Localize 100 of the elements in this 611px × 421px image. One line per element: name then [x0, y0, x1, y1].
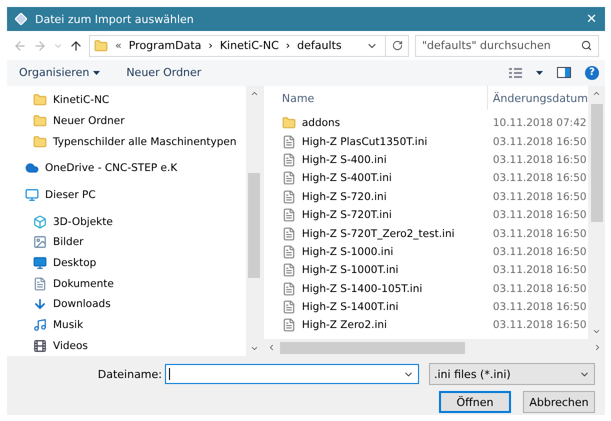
scroll-up-icon: [592, 89, 601, 98]
modified-date: 03.11.2018 16:50: [492, 246, 587, 258]
scrollbar[interactable]: [588, 86, 605, 339]
organize-menu[interactable]: Organisieren: [13, 66, 106, 80]
file-name: High-Z S-1400T.ini: [302, 301, 398, 314]
file-row[interactable]: High-Z S-720.ini 03.11.2018 16:50: [264, 188, 588, 206]
help-button[interactable]: ?: [585, 66, 599, 80]
modified-date: 03.11.2018 16:50: [492, 264, 587, 276]
file-name: High-Z Zero2.ini: [302, 319, 387, 332]
settings-file-icon: [282, 171, 296, 186]
sidebar-item[interactable]: Dokumente: [7, 273, 246, 294]
refresh-icon[interactable]: [392, 40, 402, 52]
file-name: High-Z S-1000T.ini: [302, 264, 398, 276]
file-row[interactable]: High-Z S-1000T.ini 03.11.2018 16:50: [264, 261, 588, 280]
sidebar-item[interactable]: Dieser PC: [7, 184, 246, 206]
window-title: Datei zum Import auswählen: [35, 12, 195, 26]
monitor-icon: [25, 188, 39, 202]
settings-file-icon: [282, 208, 296, 222]
folder-icon: [33, 134, 47, 149]
settings-file-icon: [282, 244, 296, 259]
file-row[interactable]: High-Z PlasCut1350T.ini 03.11.2018 16:50: [264, 132, 588, 151]
address-bar[interactable]: « ProgramData › KinetiC-NC › defaults: [89, 34, 409, 57]
file-row[interactable]: High-Z S-1000.ini 03.11.2018 16:50: [264, 242, 588, 262]
sidebar-item[interactable]: 3D-Objekte: [7, 211, 246, 232]
breadcrumb[interactable]: defaults: [297, 39, 342, 52]
file-row[interactable]: High-Z Zero2.ini 03.11.2018 16:50: [264, 316, 588, 335]
modified-date: 10.11.2018 07:42: [492, 117, 587, 130]
file-row[interactable]: High-Z S-1400T.ini 03.11.2018 16:50: [264, 298, 588, 316]
folder-icon: [33, 93, 47, 108]
sidebar-item[interactable]: Musik: [7, 314, 246, 336]
modified-date: 03.11.2018 16:50: [492, 282, 587, 295]
forward-icon[interactable]: [33, 38, 47, 53]
settings-file-icon: [282, 263, 296, 278]
search-placeholder: "defaults" durchsuchen: [422, 39, 551, 52]
scroll-down-icon: [592, 327, 601, 336]
preview-pane-icon[interactable]: [557, 67, 571, 78]
dialog-button[interactable]: Abbrechen: [523, 391, 595, 413]
document-icon: [33, 276, 47, 291]
sidebar-item[interactable]: Downloads: [7, 294, 246, 315]
folder-icon: [33, 114, 47, 128]
file-row[interactable]: High-Z S-400.ini 03.11.2018 16:50: [264, 150, 588, 170]
scroll-up-icon: [250, 89, 259, 98]
file-name: High-Z PlasCut1350T.ini: [302, 136, 428, 148]
scroll-down-icon: [250, 344, 259, 353]
file-row[interactable]: High-Z S-720T.ini 03.11.2018 16:50: [264, 206, 588, 224]
modified-date: 03.11.2018 16:50: [492, 301, 587, 314]
file-row[interactable]: High-Z S-720T_Zero2_test.ini 03.11.2018 16:50: [264, 224, 588, 243]
file-name: High-Z S-720T_Zero2_test.ini: [302, 228, 455, 240]
download-icon: [33, 297, 47, 312]
file-type-dropdown[interactable]: .ini files (*.ini): [429, 363, 595, 385]
close-button[interactable]: ✕: [586, 12, 597, 27]
modified-date: 03.11.2018 16:50: [492, 154, 587, 166]
search-field[interactable]: "defaults" durchsuchen: [415, 34, 599, 57]
app-icon: [15, 13, 27, 26]
cube-icon: [33, 214, 47, 229]
sidebar-item[interactable]: Bilder: [7, 232, 246, 253]
breadcrumb[interactable]: KinetiC-NC: [220, 39, 279, 52]
modified-date: 03.11.2018 16:50: [492, 190, 587, 203]
up-icon[interactable]: [69, 38, 83, 53]
breadcrumb[interactable]: ProgramData: [128, 39, 202, 52]
file-row[interactable]: High-Z S-400T.ini 03.11.2018 16:50: [264, 169, 588, 188]
back-icon[interactable]: [13, 38, 27, 53]
sidebar-item[interactable]: Desktop: [7, 252, 246, 274]
music-note-icon: [33, 318, 47, 332]
settings-file-icon: [282, 300, 296, 314]
caret-icon: [93, 70, 100, 75]
modified-date: 03.11.2018 16:50: [492, 136, 587, 148]
filename-field[interactable]: [165, 364, 419, 384]
dialog-button[interactable]: Öffnen: [439, 391, 511, 413]
sidebar-item[interactable]: Videos: [7, 335, 246, 356]
modified-date: 03.11.2018 16:50: [492, 172, 587, 184]
desktop-icon: [33, 256, 47, 270]
path-separator: ›: [208, 39, 213, 52]
picture-icon: [33, 235, 47, 250]
settings-file-icon: [282, 282, 296, 296]
file-name: addons: [302, 117, 340, 130]
folder-icon: [282, 116, 296, 130]
file-name: High-Z S-720T.ini: [302, 209, 392, 222]
sidebar-item[interactable]: OneDrive - CNC-STEP e.K: [7, 158, 246, 179]
search-icon: [581, 40, 592, 52]
view-options-icon[interactable]: [509, 68, 522, 78]
modified-date: 03.11.2018 16:50: [492, 228, 587, 240]
new-folder-button[interactable]: Neuer Ordner: [120, 66, 208, 80]
column-header[interactable]: Name: [264, 86, 488, 110]
file-name: High-Z S-720.ini: [302, 190, 387, 203]
file-name: High-Z S-1000.ini: [302, 246, 394, 258]
caret-icon[interactable]: [536, 70, 543, 75]
column-header[interactable]: Änderungsdatum: [488, 92, 588, 104]
modified-date: 03.11.2018 16:50: [492, 209, 587, 222]
overflow-chevron[interactable]: «: [115, 39, 122, 52]
sidebar-item[interactable]: Neuer Ordner: [7, 110, 246, 132]
settings-file-icon: [282, 134, 296, 149]
sidebar-item[interactable]: KinetiC-NC: [7, 90, 246, 111]
sidebar-item[interactable]: Typenschilder alle Maschinentypen: [7, 131, 246, 152]
modified-date: 03.11.2018 16:50: [492, 319, 587, 332]
filename-label: Dateiname:: [98, 368, 162, 380]
file-row[interactable]: addons 10.11.2018 07:42: [264, 114, 588, 132]
horizontal-scrollbar[interactable]: [264, 339, 605, 356]
scrollbar[interactable]: [246, 86, 263, 356]
file-row[interactable]: High-Z S-1400-105T.ini 03.11.2018 16:50: [264, 280, 588, 298]
